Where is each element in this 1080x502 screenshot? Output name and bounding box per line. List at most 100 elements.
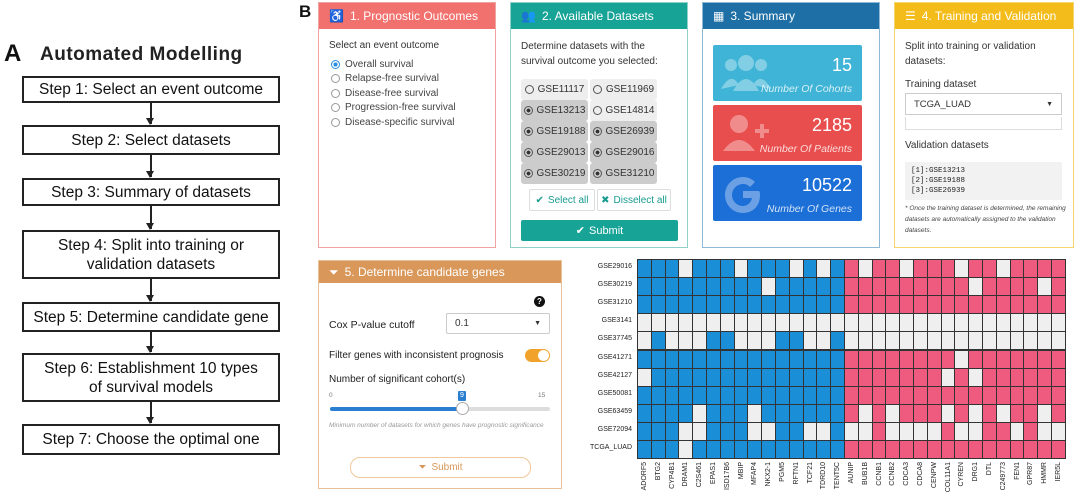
heatmap-cell (733, 367, 749, 387)
heatmap-gene-label: CYP4B1 (668, 462, 676, 489)
heatmap-cell (1009, 349, 1025, 369)
outcome-radio-option[interactable]: Progression-free survival (331, 101, 495, 116)
patients-value: 2185 (811, 115, 852, 135)
candidate-submit-button[interactable]: ⏷ Submit (350, 457, 531, 478)
heatmap-cell (678, 421, 694, 441)
heatmap-cell (802, 440, 818, 460)
dataset-chip[interactable]: GSE26939 (590, 121, 657, 142)
available-datasets-title: 2. Available Datasets (541, 9, 654, 23)
slider-handle[interactable] (456, 402, 469, 415)
heatmap-cell (1023, 259, 1039, 279)
heatmap-cell (706, 367, 721, 387)
heatmap-cell (637, 349, 652, 369)
heatmap-cell (940, 313, 956, 333)
heatmap-cell (1023, 403, 1039, 423)
heatmap-cell (830, 385, 845, 405)
heatmap-cell (1009, 259, 1025, 279)
heatmap-cell (747, 349, 763, 369)
heatmap-cell (1023, 367, 1039, 387)
deselect-all-button[interactable]: ✖ Disselect all (597, 189, 671, 211)
panel-a-letter: A (4, 40, 22, 67)
heatmap-cell (747, 295, 763, 315)
training-dataset-select[interactable]: TCGA_LUAD ▼ (905, 93, 1062, 115)
heatmap-cell (899, 403, 914, 423)
outcome-radio-option[interactable]: Relapse-free survival (331, 72, 495, 87)
heatmap-cell (706, 440, 721, 460)
heatmap-cell (692, 440, 707, 460)
dataset-chip[interactable]: GSE29016 (590, 142, 657, 163)
dataset-chip-label: GSE14814 (605, 105, 655, 116)
outcome-radio-option[interactable]: Disease-specific survival (331, 115, 495, 130)
heatmap-cell (995, 349, 1011, 369)
heatmap-cell (788, 349, 804, 369)
database-icon: ☰ (905, 9, 916, 23)
heatmap-cell (940, 259, 956, 279)
heatmap-gene-label: MFAP4 (751, 462, 759, 486)
heatmap-cell (844, 421, 859, 441)
heatmap-gene-label: COL11A1 (944, 462, 952, 493)
dataset-chip[interactable]: GSE19188 (521, 121, 588, 142)
heatmap-cell (692, 421, 707, 441)
dataset-chip[interactable]: GSE29013 (521, 142, 588, 163)
heatmap-cell (692, 295, 707, 315)
filter-inconsistent-toggle[interactable] (525, 349, 550, 362)
outcome-radio-option[interactable]: Disease-free survival (331, 86, 495, 101)
dataset-chip[interactable]: GSE11969 (590, 79, 657, 100)
heatmap-cell (678, 331, 694, 351)
select-all-button[interactable]: ✔ Select all (529, 189, 595, 211)
heatmap-cell (857, 349, 873, 369)
heatmap-cell (1037, 385, 1052, 405)
outcome-radio-label: Overall survival (345, 58, 414, 70)
heatmap-cell (650, 295, 666, 315)
summary-box: ▦ 3. Summary 15 Number Of Cohorts 2185 N… (702, 2, 880, 248)
step-3-box: Step 3: Summary of datasets (22, 178, 280, 206)
heatmap-gene-label: CCNB2 (889, 462, 897, 486)
outcome-radio-option[interactable]: Overall survival (331, 57, 495, 72)
heatmap-cell (885, 313, 901, 333)
dataset-chip-label: GSE30219 (536, 168, 586, 179)
heatmap-cell (871, 367, 887, 387)
training-prompt: Split into training or validation datase… (905, 41, 1036, 67)
select-all-label: Select all (547, 194, 589, 206)
heatmap-row-label: GSE30219 (597, 281, 632, 289)
heatmap-cell (761, 403, 776, 423)
validation-datasets-label: Validation datasets (905, 140, 989, 151)
dataset-chip-label: GSE29016 (605, 147, 655, 158)
dataset-chip-grid: GSE11117 GSE11969 GSE13213 GSE14814 GSE19188… (521, 79, 671, 184)
dataset-chip[interactable]: GSE30219 (521, 163, 588, 184)
heatmap-cell (968, 403, 983, 423)
radio-icon (523, 169, 533, 178)
radio-icon (523, 148, 533, 157)
heatmap-gene-label: RFTN1 (792, 462, 800, 485)
dataset-chip[interactable]: GSE31210 (590, 163, 657, 184)
heatmap-cell (761, 421, 776, 441)
candidate-genes-title: 5. Determine candidate genes (344, 265, 505, 279)
wheelchair-icon: ♿ (329, 9, 344, 23)
heatmap-cell (926, 367, 942, 387)
heatmap-cell (885, 259, 901, 279)
heatmap-row-label: GSE42127 (597, 371, 632, 379)
heatmap-cell (788, 277, 804, 297)
training-select-spacer (905, 117, 1062, 130)
heatmap-cell (995, 295, 1011, 315)
heatmap-cell (954, 331, 970, 351)
heatmap-cell (816, 295, 832, 315)
heatmap-cell (692, 331, 707, 351)
heatmap-cell (913, 367, 928, 387)
validation-dataset-item: [2]:GSE19188 (911, 177, 966, 185)
heatmap-cell (1023, 349, 1039, 369)
cox-cutoff-select[interactable]: 0.1 ▼ (446, 313, 550, 334)
datasets-submit-button[interactable]: ✔ Submit (521, 220, 678, 241)
help-icon[interactable]: ? (534, 296, 545, 307)
heatmap-gene-label: ISD17B6 (723, 462, 731, 491)
heatmap-cell (1037, 367, 1052, 387)
heatmap-cell (816, 313, 832, 333)
dataset-chip[interactable]: GSE11117 (521, 79, 588, 100)
cohort-slider[interactable]: 9 (330, 391, 550, 415)
heatmap-cell (968, 367, 983, 387)
heatmap-gene-label: BTG2 (654, 462, 662, 481)
datasets-prompt: Determine datasets with the survival out… (521, 41, 658, 67)
dataset-chip[interactable]: GSE13213 (521, 100, 588, 121)
dataset-chip[interactable]: GSE14814 (590, 100, 657, 121)
heatmap-cell (650, 259, 666, 279)
